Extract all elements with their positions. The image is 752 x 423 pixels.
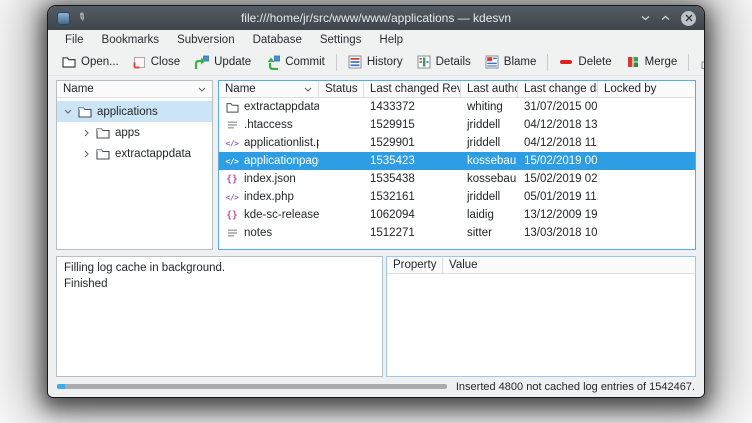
tree-item-apps[interactable]: apps: [57, 122, 212, 143]
details-button[interactable]: Details: [410, 52, 478, 72]
menu-bookmarks[interactable]: Bookmarks: [93, 33, 169, 47]
window-title: file:///home/jr/src/www/www/applications…: [241, 11, 511, 25]
menu-database[interactable]: Database: [244, 33, 311, 47]
toolbar-separator: [547, 54, 548, 71]
chevron-right-icon[interactable]: [81, 129, 91, 137]
history-icon: [348, 55, 362, 69]
status-message: Inserted 4800 not cached log entries of …: [456, 381, 695, 393]
folder-icon: [96, 148, 110, 160]
delete-icon: [559, 55, 573, 69]
file-row[interactable]: extractappdata 1433372 whiting 31/07/201…: [219, 98, 695, 116]
close-repo-button[interactable]: Close: [126, 53, 187, 72]
checkout-icon: [700, 55, 704, 70]
history-button[interactable]: History: [341, 52, 410, 72]
sort-indicator-icon: [198, 87, 206, 92]
tree-column-header-name[interactable]: Name: [57, 81, 212, 97]
pin-icon[interactable]: ✎: [75, 11, 88, 24]
blame-button[interactable]: Blame: [478, 52, 544, 72]
repository-tree: Name applications: [56, 80, 213, 250]
column-header-name[interactable]: Name: [219, 81, 319, 97]
merge-icon: [626, 55, 640, 69]
sort-indicator-icon: [304, 87, 312, 92]
update-button[interactable]: Update: [187, 52, 258, 73]
toolbar: Open... Close Update Commit: [48, 49, 704, 76]
column-header-property[interactable]: Property: [387, 257, 443, 273]
file-row[interactable]: notes 1512271 sitter 13/03/2018 10:26: [219, 224, 695, 242]
titlebar[interactable]: ✎ file:///home/jr/src/www/www/applicatio…: [48, 6, 704, 30]
close-doc-icon: [133, 56, 146, 69]
column-header-locked-by[interactable]: Locked by: [598, 81, 695, 97]
tree-item-label: applications: [97, 106, 158, 118]
column-header-status[interactable]: Status: [319, 81, 364, 97]
php-file-icon: </>: [225, 139, 239, 148]
file-list: Name Status Last changed Revision Last a…: [218, 80, 696, 250]
json-file-icon: {}: [225, 210, 239, 221]
log-output[interactable]: Filling log cache in background. Finishe…: [56, 256, 383, 377]
tree-item-extractappdata[interactable]: extractappdata: [57, 143, 212, 164]
tree-item-applications[interactable]: applications: [57, 101, 212, 122]
commit-button[interactable]: Commit: [258, 52, 332, 73]
commit-icon: [265, 55, 280, 70]
text-file-icon: [225, 228, 239, 238]
file-row-selected[interactable]: </>applicationpage.php 1535423 kossebau …: [219, 152, 695, 170]
file-row[interactable]: </>index.php 1532161 jriddell 05/01/2019…: [219, 188, 695, 206]
close-button[interactable]: [681, 11, 696, 26]
chevron-down-icon[interactable]: [63, 109, 73, 114]
column-header-last-changed-revision[interactable]: Last changed Revision: [364, 81, 461, 97]
file-row[interactable]: .htaccess 1529915 jriddell 04/12/2018 13…: [219, 116, 695, 134]
checkout-button[interactable]: Checkout: [693, 52, 704, 73]
tree-item-label: extractappdata: [115, 148, 191, 160]
toolbar-separator: [688, 54, 689, 71]
kdesvn-window: ✎ file:///home/jr/src/www/www/applicatio…: [48, 6, 704, 397]
delete-button[interactable]: Delete: [552, 52, 618, 72]
maximize-button[interactable]: [661, 15, 670, 21]
php-file-icon: </>: [225, 157, 239, 166]
menubar: File Bookmarks Subversion Database Setti…: [48, 30, 704, 49]
folder-icon: [78, 106, 92, 118]
menu-subversion[interactable]: Subversion: [168, 33, 244, 47]
progress-bar-chunk: [57, 384, 65, 389]
file-row[interactable]: {}index.json 1535438 kossebau 15/02/2019…: [219, 170, 695, 188]
column-header-last-change-date[interactable]: Last change date: [518, 81, 598, 97]
desktop-background: ✎ file:///home/jr/src/www/www/applicatio…: [0, 0, 752, 423]
file-row[interactable]: {}kde-sc-releases.json 1062094 laidig 13…: [219, 206, 695, 224]
file-row[interactable]: </>applicationlist.php 1529901 jriddell …: [219, 134, 695, 152]
column-header-last-author[interactable]: Last author: [461, 81, 518, 97]
folder-icon: [225, 102, 239, 113]
tree-item-label: apps: [115, 127, 140, 139]
app-icon: [57, 12, 70, 25]
merge-button[interactable]: Merge: [619, 52, 685, 72]
toolbar-separator: [336, 54, 337, 71]
text-file-icon: [225, 120, 239, 130]
json-file-icon: {}: [225, 174, 239, 185]
php-file-icon: </>: [225, 193, 239, 202]
log-line: Finished: [64, 276, 375, 292]
open-folder-icon: [62, 56, 76, 68]
log-line: Filling log cache in background.: [64, 260, 375, 276]
folder-icon: [96, 127, 110, 139]
menu-settings[interactable]: Settings: [311, 33, 371, 47]
menu-file[interactable]: File: [56, 33, 93, 47]
main-content: Name applications: [48, 76, 704, 397]
chevron-right-icon[interactable]: [81, 150, 91, 158]
progress-bar: [57, 384, 447, 389]
menu-help[interactable]: Help: [370, 33, 412, 47]
statusbar: Inserted 4800 not cached log entries of …: [48, 376, 704, 397]
blame-icon: [485, 55, 499, 69]
update-icon: [194, 55, 209, 70]
open-button[interactable]: Open...: [55, 53, 126, 71]
properties-panel: Property Value: [386, 256, 696, 377]
minimize-button[interactable]: [641, 15, 650, 21]
column-header-value[interactable]: Value: [443, 257, 695, 273]
details-icon: [417, 55, 431, 69]
